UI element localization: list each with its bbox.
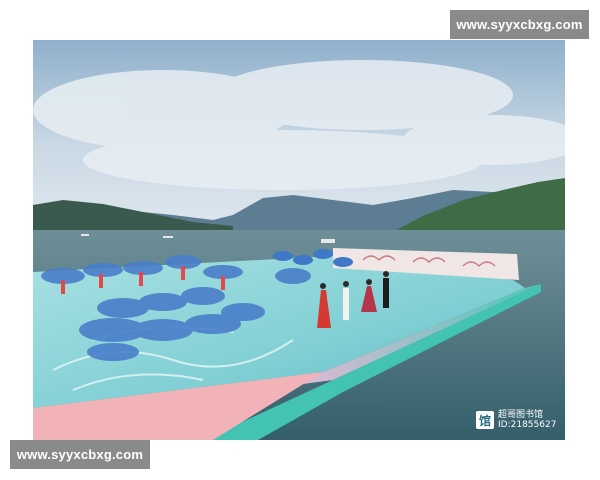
photo-scene [33, 40, 565, 440]
watermark-bottom: www.syyxcbxg.com [10, 440, 150, 469]
performance-photo: 馆 超哥图书馆 ID:21855627 [33, 40, 565, 440]
photo-credit: 馆 超哥图书馆 ID:21855627 [476, 408, 556, 432]
library-logo-icon: 馆 [476, 411, 494, 429]
credit-id: ID:21855627 [498, 420, 557, 430]
credit-name: 超哥图书馆 [498, 410, 544, 420]
watermark-top: www.syyxcbxg.com [450, 10, 589, 39]
